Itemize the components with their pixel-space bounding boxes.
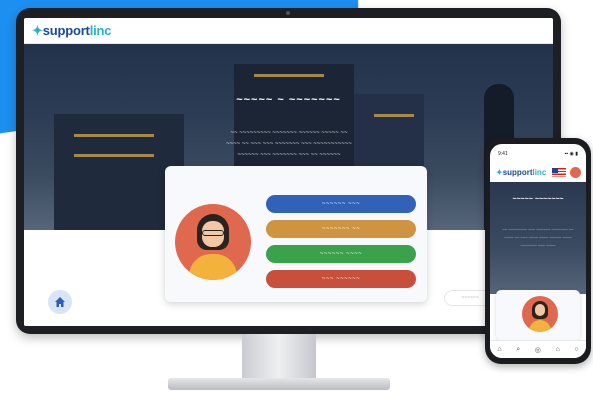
logo-brand-text: support [502,168,533,177]
nav-alerts-icon[interactable]: ⌂ [556,346,560,353]
avatar-glasses-icon [202,230,224,236]
avatar-body [529,320,551,332]
home-button[interactable] [48,290,72,314]
phone-hero-title: ~~~~~ ~~~~~~~ [512,196,564,203]
option-button-orange[interactable]: ~~~~~~~ ~~ [266,220,416,238]
phone-hero-description: ~~ ~~~~~~~~ ~~~ ~~~~~~ ~~~~~~~ ~~ ~~~~ ~… [502,227,574,248]
mobile-phone: 9:41 ▪▪ ◉ ▮ ✦supportlinc ~~~~~ ~~~~~~~ ~… [485,138,591,364]
profile-avatar[interactable] [570,167,581,178]
building-window [254,74,324,77]
phone-bottom-nav: ⌂ ⌕ ◎ ⌂ ○ [490,340,586,358]
logo-mark-icon: ✦ [496,168,503,177]
supportlinc-logo[interactable]: ✦supportlinc [32,23,111,39]
avatar-illustration [175,204,251,280]
logo-mark-icon: ✦ [32,22,43,38]
avatar-face [535,304,545,316]
home-icon [55,297,65,307]
monitor-stand-neck [242,334,316,380]
option-button-green[interactable]: ~~~~~~ ~~~~ [266,245,416,263]
building-window [74,134,154,137]
hero-title: ~~~~~ ~ ~~~~~~~ [236,94,341,106]
phone-supportlinc-logo[interactable]: ✦supportlinc [496,168,546,177]
hero-text-line: ~~ ~~~~~~~~~ ~~~~~~~ ~~~~~~ ~~~~~ ~~ [230,130,348,136]
phone-avatar-illustration [522,296,558,332]
hero-text-line: ~~~~~~ ~~~ ~~~~~~~ ~~~ ~~ ~~~~~~ [237,152,341,158]
nav-home-icon[interactable]: ⌂ [497,346,501,353]
hero-description: ~~ ~~~~~~~~~ ~~~~~~~ ~~~~~~ ~~~~~ ~~ ~~~… [164,128,414,161]
marketing-scene: ✦supportlinc ~~~~~ ~ ~~~~~~~ ~~ ~~~~~~~~… [0,0,593,398]
option-button-blue[interactable]: ~~~~~~ ~~~ [266,195,416,213]
desktop-screen: ✦supportlinc ~~~~~ ~ ~~~~~~~ ~~ ~~~~~~~~… [24,18,553,326]
phone-options-card [496,290,580,340]
nav-profile-icon[interactable]: ○ [574,346,578,353]
avatar-body [189,254,237,280]
hero-text-line: ~~~~ ~~ ~~~ ~~~ ~~~~~~~ ~~~ ~~~~~~~~~~~ [226,141,352,147]
building-window [374,114,414,117]
phone-status-icons: ▪▪ ◉ ▮ [564,151,578,157]
logo-brand-text: support [42,22,90,38]
logo-brand-suffix: linc [532,168,547,177]
phone-screen: 9:41 ▪▪ ◉ ▮ ✦supportlinc ~~~~~ ~~~~~~~ ~… [490,144,586,358]
desktop-monitor: ✦supportlinc ~~~~~ ~ ~~~~~~~ ~~ ~~~~~~~~… [16,8,561,334]
phone-hero-section: ~~~~~ ~~~~~~~ ~~ ~~~~~~~~ ~~~ ~~~~~~ ~~~… [490,182,586,294]
phone-status-time: 9:41 [498,151,508,157]
us-flag-icon[interactable] [552,168,566,177]
webcam-dot [286,11,290,15]
option-button-red[interactable]: ~~~ ~~~~~~ [266,270,416,288]
monitor-stand-base [168,378,390,390]
options-card: ~~~~~~ ~~~ ~~~~~~~ ~~ ~~~~~~ ~~~~ ~~~ ~~… [165,166,427,302]
site-header: ✦supportlinc [24,18,553,44]
nav-search-icon[interactable]: ⌕ [516,346,520,354]
building-window [74,154,154,157]
nav-chat-icon[interactable]: ◎ [535,346,541,354]
logo-brand-suffix: linc [89,22,112,38]
